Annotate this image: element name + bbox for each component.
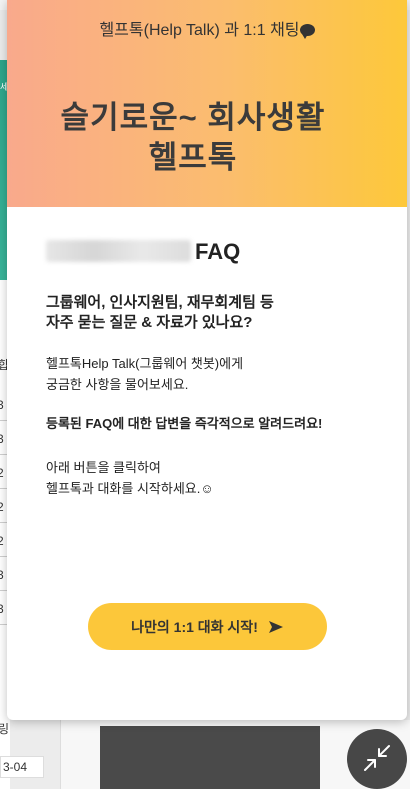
faq-question-line: 그룹웨어, 인사지원팀, 재무회계팀 등 (46, 294, 274, 311)
intro-paragraph: 헬프톡Help Talk(그룹웨어 챗봇)에게 궁금한 사항을 물어보세요. (46, 353, 376, 395)
cta-paragraph: 아래 버튼을 클릭하여 헬프톡과 대화를 시작하세요.☺ (46, 457, 376, 499)
minimize-chat-button[interactable] (347, 729, 407, 789)
background-left-digit: 2 (0, 534, 4, 548)
hero-title: 슬기로운~ 회사생활 (60, 100, 326, 135)
cta-line: 아래 버튼을 클릭하여 (46, 460, 161, 475)
redacted-company-name (46, 240, 191, 262)
chat-bubble-icon (299, 24, 315, 39)
send-icon (268, 620, 284, 634)
faq-info-bold: 등록된 FAQ (46, 416, 113, 431)
helptalk-chat-panel: 헬프톡(Help Talk) 과 1:1 채팅 슬기로운~ 회사생활 헬프톡 F… (7, 0, 407, 720)
faq-heading: FAQ (46, 239, 240, 265)
background-left-digit: 2 (0, 466, 4, 480)
chat-title: 헬프톡(Help Talk) 과 1:1 채팅 (7, 16, 407, 40)
faq-info-rest: 에 대한 답변을 즉각적으로 알려드려요! (112, 416, 323, 431)
intro-line: 궁금한 사항을 물어보세요. (46, 377, 189, 392)
faq-info-paragraph: 등록된 FAQ에 대한 답변을 즉각적으로 알려드려요! (46, 413, 376, 434)
background-left-digit: 3 (0, 568, 4, 582)
background-left-digit: 3 (0, 398, 4, 412)
faq-question: 그룹웨어, 인사지원팀, 재무회계팀 등 자주 묻는 질문 & 자료가 있나요? (46, 293, 366, 333)
intro-line: 헬프톡Help Talk(그룹웨어 챗봇)에게 (46, 356, 244, 371)
background-left-digit: 2 (0, 500, 4, 514)
background-date-cell: 3-04 (0, 756, 44, 778)
faq-question-line: 자주 묻는 질문 & 자료가 있나요? (46, 314, 253, 331)
hero-subtitle: 헬프톡 (148, 140, 238, 175)
start-chat-button-label: 나만의 1:1 대화 시작! (131, 618, 258, 635)
background-left-digit: 3 (0, 432, 4, 446)
cta-line: 헬프톡과 대화를 시작하세요.☺ (46, 481, 214, 496)
background-left-label: 링 (0, 722, 10, 736)
background-left-digit: 3 (0, 602, 4, 616)
start-chat-button[interactable]: 나만의 1:1 대화 시작! (88, 603, 327, 650)
background-dark-block (100, 726, 320, 789)
chat-title-text: 헬프톡(Help Talk) 과 1:1 채팅 (99, 22, 300, 39)
chat-header: 헬프톡(Help Talk) 과 1:1 채팅 슬기로운~ 회사생활 헬프톡 (7, 0, 407, 207)
minimize-arrows-icon (363, 744, 391, 775)
faq-heading-text: FAQ (195, 239, 241, 264)
